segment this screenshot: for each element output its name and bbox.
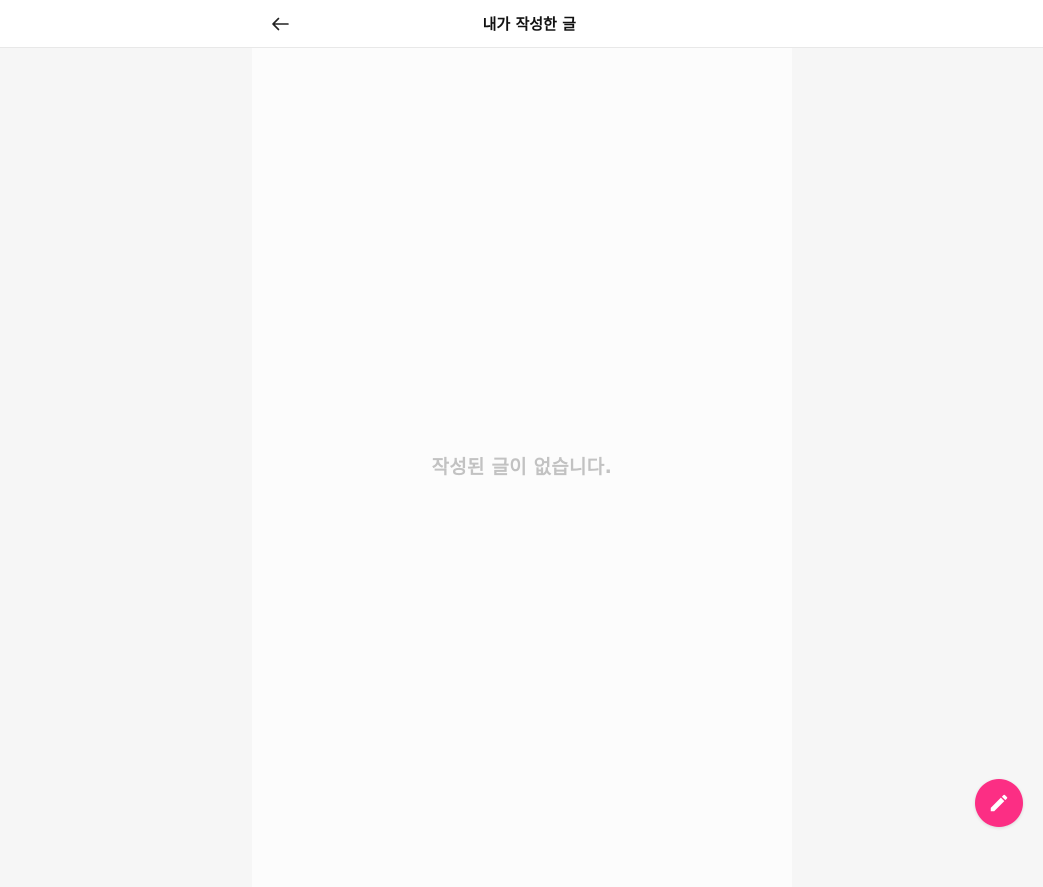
empty-state-message: 작성된 글이 없습니다. [431, 456, 613, 478]
arrow-left-icon [271, 17, 289, 31]
post-list-area: 작성된 글이 없습니다. [252, 48, 792, 887]
page-title: 내가 작성한 글 [482, 15, 577, 33]
pencil-icon [988, 792, 1010, 814]
top-bar: 내가 작성한 글 [0, 0, 1043, 48]
back-button[interactable] [266, 10, 294, 38]
app-page: 내가 작성한 글 작성된 글이 없습니다. [0, 0, 1043, 887]
write-post-button[interactable] [975, 779, 1023, 827]
